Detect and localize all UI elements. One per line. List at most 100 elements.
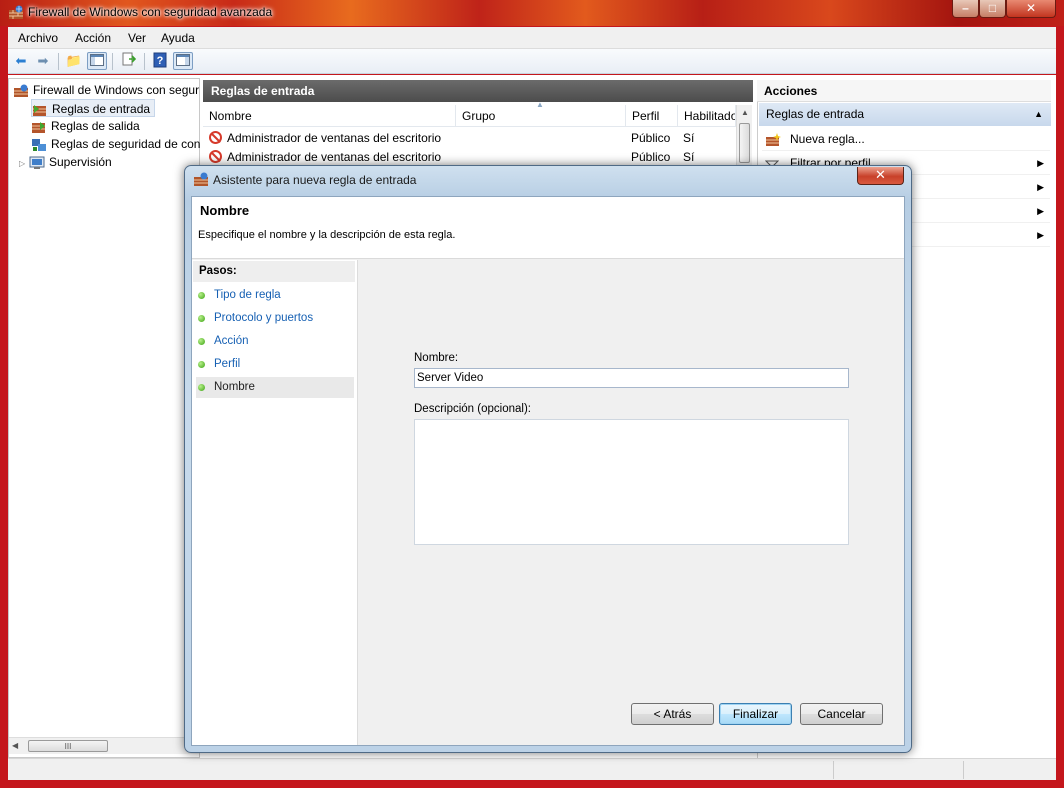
help-icon[interactable]: ? [150, 52, 170, 70]
table-row[interactable]: Administrador de ventanas del escritorio… [203, 129, 736, 148]
rule-name-input[interactable] [414, 368, 849, 388]
rules-vertical-scrollbar[interactable]: ▲ [736, 105, 752, 165]
step-label: Protocolo y puertos [214, 312, 314, 324]
minimize-button[interactable]: – [952, 0, 979, 18]
scroll-thumb[interactable] [739, 123, 750, 163]
toolbar-separator [58, 53, 59, 70]
toolbar: ⬅ ➡ 📁 ? [8, 49, 1056, 74]
collapse-arrow-icon[interactable]: ▲ [1034, 103, 1043, 126]
firewall-app-icon [8, 5, 24, 20]
title-bar: Firewall de Windows con seguridad avanza… [0, 0, 1064, 26]
step-label: Tipo de regla [214, 289, 281, 301]
column-habilitado[interactable]: Habilitado [678, 105, 736, 127]
show-action-pane-icon[interactable] [173, 52, 193, 70]
step-label: Acción [214, 335, 249, 347]
dialog-heading: Nombre [200, 203, 250, 218]
steps-label: Pasos: [193, 261, 355, 282]
status-bar [8, 758, 1056, 780]
rules-pane-title: Reglas de entrada [203, 80, 753, 102]
row-profile: Público [631, 131, 671, 145]
tree-item-label: Reglas de seguridad de con [51, 137, 201, 151]
submenu-arrow-icon: ▶ [1037, 182, 1044, 192]
row-name: Administrador de ventanas del escritorio [227, 131, 442, 145]
sort-ascending-icon: ▲ [536, 100, 544, 109]
step-tipo-de-regla[interactable]: Tipo de regla [196, 285, 354, 306]
menu-archivo[interactable]: Archivo [18, 31, 58, 45]
menu-ayuda[interactable]: Ayuda [161, 31, 195, 45]
tree-item-label: Reglas de entrada [52, 102, 151, 116]
dialog-subheading: Especifique el nombre y la descripción d… [198, 229, 456, 241]
tree-item-reglas-entrada[interactable]: Reglas de entrada [31, 99, 156, 117]
step-current-icon [198, 384, 205, 391]
step-label: Nombre [214, 381, 255, 393]
inbound-rules-icon [32, 103, 48, 117]
step-nombre: Nombre [196, 377, 354, 398]
action-new-rule[interactable]: Nueva regla... [762, 127, 1050, 151]
tree-item-reglas-salida[interactable]: Reglas de salida [31, 117, 140, 135]
actions-section-header[interactable]: Reglas de entrada ▲ [759, 103, 1051, 126]
tree-horizontal-scrollbar[interactable]: ◀ III [9, 737, 199, 754]
scroll-thumb[interactable]: III [28, 740, 108, 752]
menu-ver[interactable]: Ver [128, 31, 146, 45]
toolbar-separator [144, 53, 145, 70]
finish-button[interactable]: Finalizar [719, 703, 792, 725]
column-perfil[interactable]: Perfil [626, 105, 678, 127]
maximize-button[interactable]: □ [979, 0, 1006, 18]
action-label: Nueva regla... [790, 132, 865, 146]
submenu-arrow-icon: ▶ [1037, 206, 1044, 216]
menu-accion[interactable]: Acción [75, 31, 111, 45]
firewall-dialog-icon [193, 172, 209, 187]
forward-arrow-icon[interactable]: ➡ [33, 52, 53, 70]
up-folder-icon[interactable]: 📁 [64, 52, 84, 70]
svg-text:?: ? [157, 55, 164, 67]
step-accion[interactable]: Acción [196, 331, 354, 352]
expand-arrow-icon[interactable]: ▷ [19, 155, 29, 173]
rule-description-input[interactable] [414, 419, 849, 545]
tree-item-label: Reglas de salida [51, 119, 140, 133]
cancel-button[interactable]: Cancelar [800, 703, 883, 725]
step-perfil[interactable]: Perfil [196, 354, 354, 375]
status-divider [833, 761, 834, 779]
submenu-arrow-icon: ▶ [1037, 158, 1044, 168]
tree-root[interactable]: Firewall de Windows con segur [13, 81, 199, 99]
scroll-up-arrow-icon[interactable]: ▲ [741, 108, 749, 117]
connection-security-icon [31, 138, 47, 152]
dialog-title: Asistente para nueva regla de entrada [213, 173, 417, 187]
description-label: Descripción (opcional): [414, 403, 531, 415]
firewall-icon [13, 84, 29, 98]
new-rule-icon [765, 131, 781, 146]
scroll-left-arrow-icon[interactable]: ◀ [12, 741, 18, 750]
navigation-tree: Firewall de Windows con segur Reglas de … [8, 78, 200, 758]
toolbar-separator [112, 53, 113, 70]
step-label: Perfil [214, 358, 241, 370]
actions-section-label: Reglas de entrada [766, 107, 865, 121]
tree-item-reglas-seguridad[interactable]: Reglas de seguridad de con [31, 135, 200, 153]
export-list-icon[interactable] [119, 52, 139, 70]
column-nombre[interactable]: Nombre [203, 105, 456, 127]
submenu-arrow-icon: ▶ [1037, 230, 1044, 240]
actions-pane-title: Acciones [757, 80, 1051, 102]
window-close-button[interactable]: ✕ [1006, 0, 1056, 18]
tree-item-label: Supervisión [49, 155, 112, 169]
window-title: Firewall de Windows con seguridad avanza… [28, 5, 273, 19]
back-button[interactable]: < Atrás [631, 703, 714, 725]
column-header-row: Nombre Grupo ▲ Perfil Habilitado [203, 100, 736, 127]
row-enabled: Sí [683, 131, 695, 145]
blocked-rule-icon [209, 129, 222, 148]
step-complete-icon [198, 338, 205, 345]
dialog-header [192, 197, 904, 259]
status-divider [963, 761, 964, 779]
tree-root-label: Firewall de Windows con segur [33, 83, 200, 97]
step-complete-icon [198, 361, 205, 368]
step-complete-icon [198, 292, 205, 299]
menu-bar: Archivo Acción Ver Ayuda [8, 27, 1056, 49]
outbound-rules-icon [31, 120, 47, 134]
name-label: Nombre: [414, 352, 459, 364]
monitoring-icon [29, 156, 45, 170]
back-arrow-icon[interactable]: ⬅ [11, 52, 31, 70]
show-tree-icon[interactable] [87, 52, 107, 70]
step-complete-icon [198, 315, 205, 322]
dialog-close-button[interactable]: ✕ [857, 167, 904, 185]
tree-item-supervision[interactable]: ▷ Supervisión [19, 153, 112, 171]
step-protocolo-puertos[interactable]: Protocolo y puertos [196, 308, 354, 329]
